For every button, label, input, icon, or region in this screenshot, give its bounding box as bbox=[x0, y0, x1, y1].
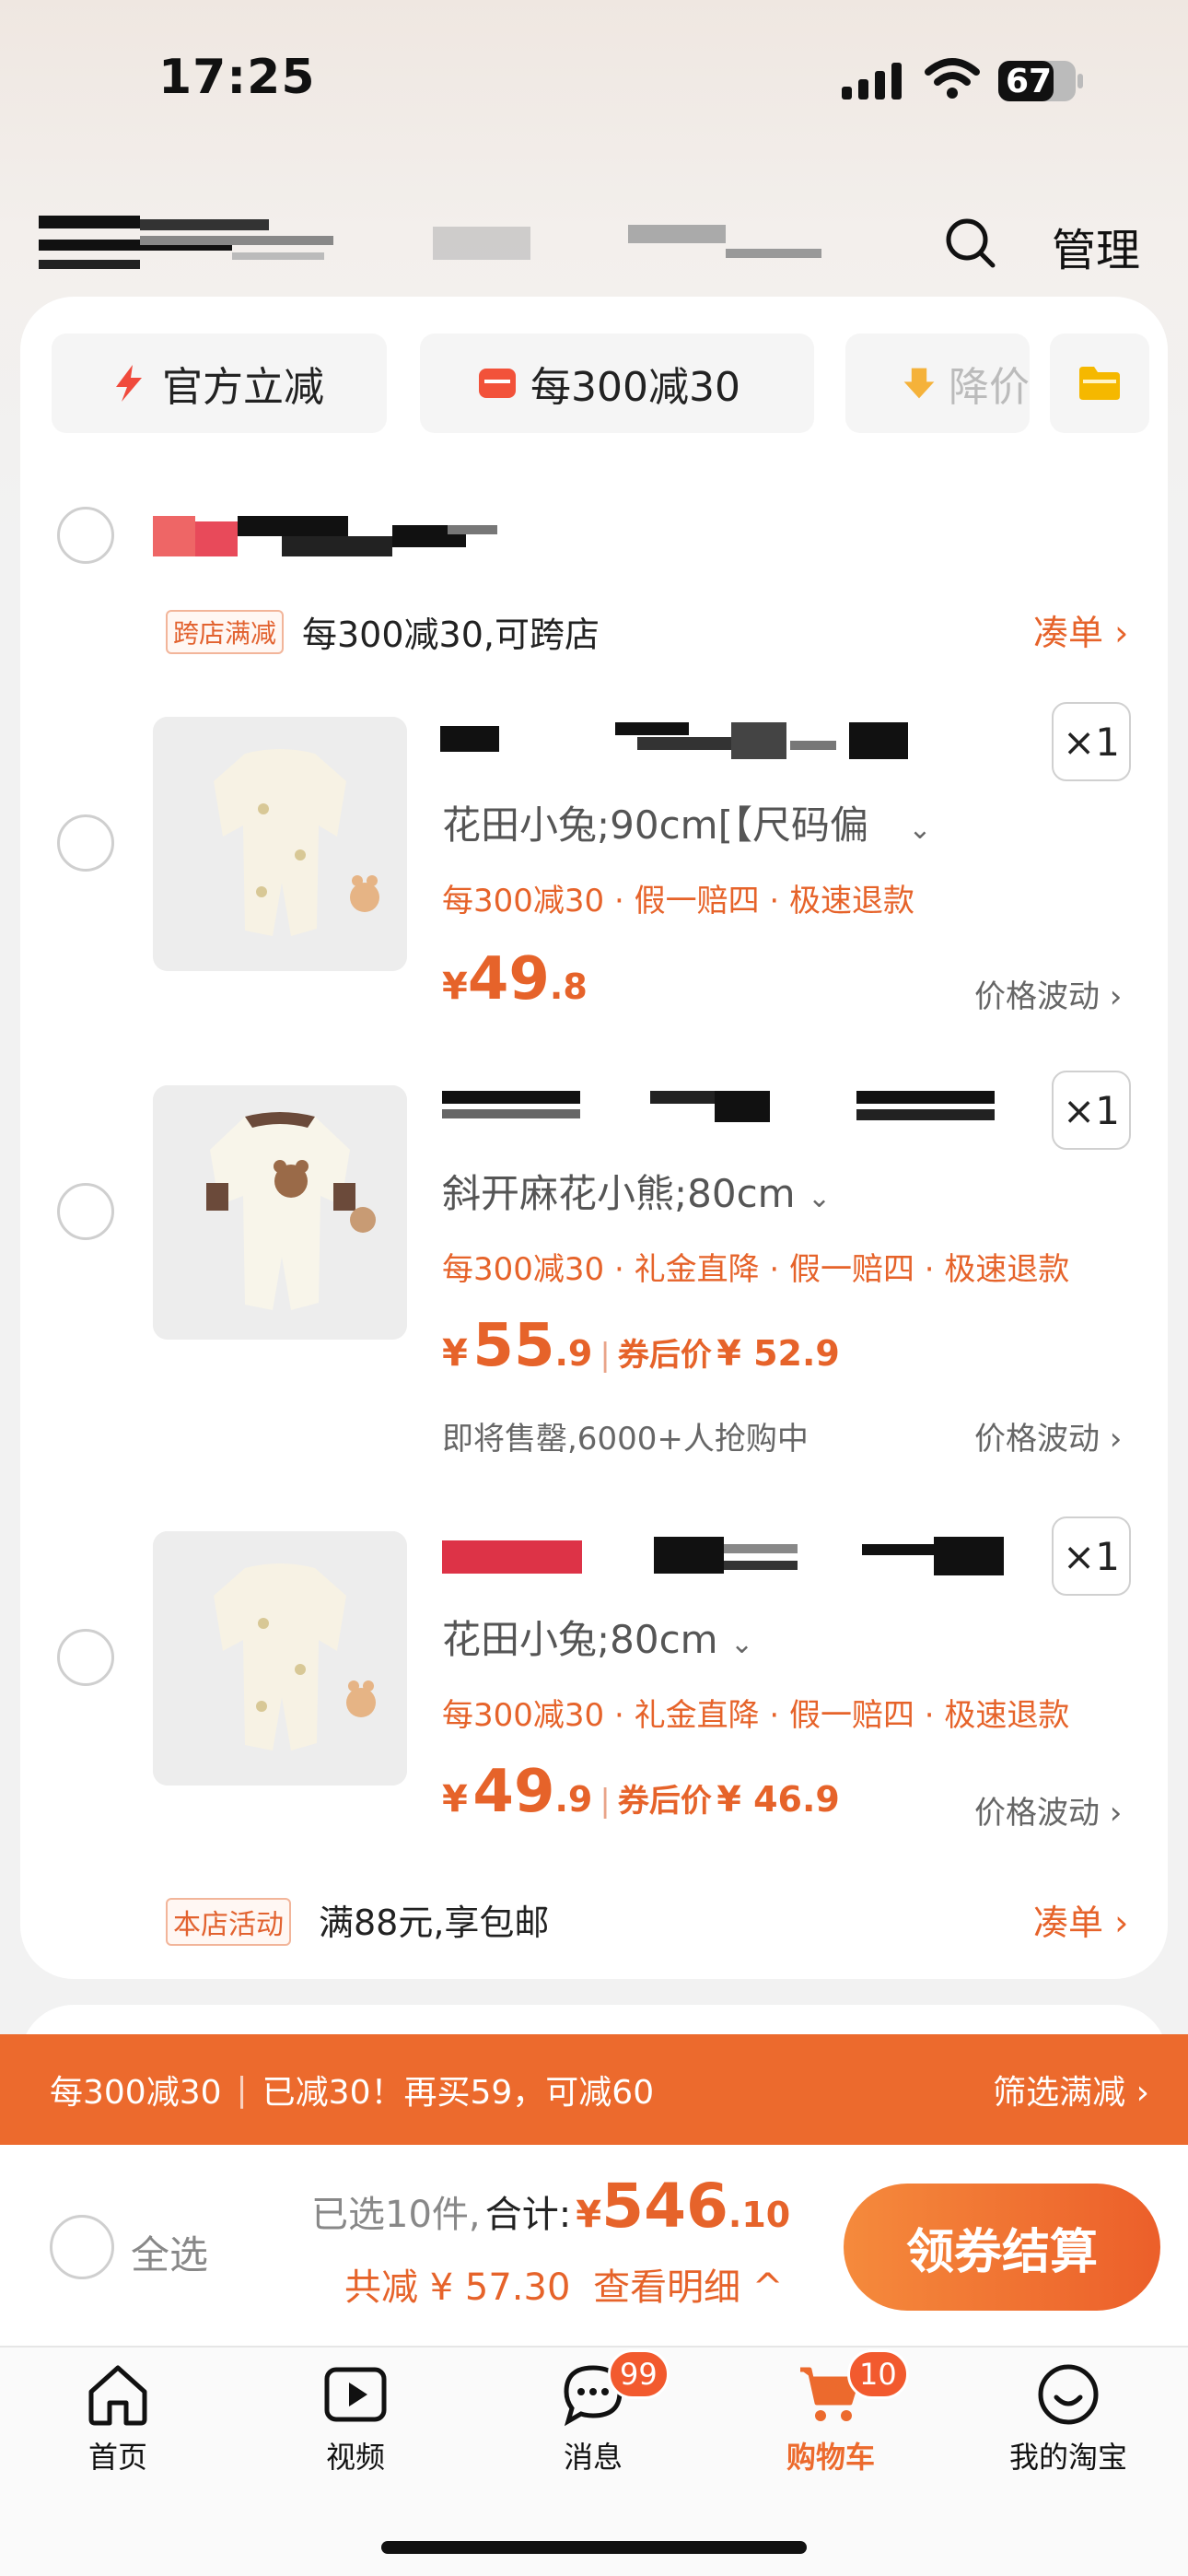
coupon-icon bbox=[479, 369, 516, 398]
item-price: ¥ 55.9 | 券后价 ¥ 52.9 bbox=[442, 1312, 840, 1380]
battery-indicator: 67 bbox=[998, 61, 1083, 101]
banner-progress: 已减30！再买59，可减60 bbox=[262, 2074, 655, 2112]
product-thumbnail[interactable] bbox=[153, 1085, 407, 1340]
item-promos: 每300减30 · 假一赔四 · 极速退款 bbox=[442, 883, 915, 919]
product-title-redacted[interactable] bbox=[442, 1091, 995, 1128]
cross-store-promo-tag: 跨店满减 bbox=[166, 610, 285, 654]
quantity-badge[interactable]: ×1 bbox=[1052, 702, 1131, 781]
item-select-radio[interactable] bbox=[57, 1629, 114, 1686]
item-select-radio[interactable] bbox=[57, 814, 114, 872]
filter-chip-300-minus-30[interactable]: 每300减30 bbox=[420, 334, 814, 433]
cart-badge: 10 bbox=[847, 2349, 909, 2399]
select-all-label[interactable]: 全选 bbox=[131, 2224, 208, 2280]
banner-promo: 每300减30 bbox=[50, 2074, 222, 2112]
store-activity-tag: 本店活动 bbox=[166, 1898, 291, 1946]
header-tab-redacted-1[interactable] bbox=[39, 216, 333, 275]
cross-store-promo-text: 每300减30,可跨店 bbox=[302, 615, 600, 655]
manage-button[interactable]: 管理 bbox=[1052, 214, 1140, 278]
chevron-down-icon: ⌄ bbox=[807, 1182, 832, 1214]
messages-badge: 99 bbox=[608, 2349, 670, 2399]
status-time: 17:25 bbox=[158, 50, 316, 105]
store-name-redacted[interactable] bbox=[153, 516, 497, 556]
price-trend-link[interactable]: 价格波动 › bbox=[974, 971, 1122, 1016]
product-title-redacted[interactable] bbox=[442, 1537, 1004, 1575]
folder-button[interactable] bbox=[1050, 334, 1149, 433]
quantity-badge[interactable]: ×1 bbox=[1052, 1516, 1131, 1596]
home-icon bbox=[88, 2365, 147, 2426]
product-thumbnail[interactable] bbox=[153, 717, 407, 971]
discount-detail-link[interactable]: 共减 ¥ 57.30 查看明细 ^ bbox=[344, 2257, 783, 2311]
lightning-icon bbox=[116, 365, 142, 402]
checkout-summary: 已选10件, 合计: ¥546.10 bbox=[311, 2171, 791, 2242]
folder-icon bbox=[1079, 367, 1120, 400]
item-price: ¥49.8 bbox=[442, 945, 588, 1013]
signal-icon bbox=[842, 63, 902, 100]
product-thumbnail[interactable] bbox=[153, 1531, 407, 1786]
promo-banner[interactable]: 每300减30 | 已减30！再买59，可减60 筛选满减 › bbox=[0, 2034, 1188, 2145]
promo-add-items-link[interactable]: 凑单 › bbox=[1033, 604, 1128, 655]
price-trend-link[interactable]: 价格波动 › bbox=[974, 1787, 1122, 1832]
down-arrow-icon bbox=[903, 368, 935, 399]
tab-profile[interactable]: 我的淘宝 bbox=[976, 2360, 1160, 2476]
select-all-radio[interactable] bbox=[50, 2215, 114, 2279]
activity-add-items-link[interactable]: 凑单 › bbox=[1033, 1894, 1128, 1945]
header-tab-redacted-3[interactable] bbox=[628, 225, 821, 262]
filter-chip-price-drop[interactable]: 降价 bbox=[845, 334, 1030, 433]
sku-selector[interactable]: 斜开麻花小熊;80cm ⌄ bbox=[442, 1163, 831, 1219]
sku-selector[interactable]: 花田小兔;90cm[【尺码偏 ⌄ bbox=[442, 794, 932, 850]
video-icon bbox=[324, 2367, 387, 2422]
item-promos: 每300减30 · 礼金直降 · 假一赔四 · 极速退款 bbox=[442, 1697, 1070, 1734]
store-select-radio[interactable] bbox=[57, 507, 114, 564]
item-stock-note: 即将售罄,6000+人抢购中 bbox=[442, 1421, 809, 1458]
home-indicator bbox=[381, 2541, 807, 2554]
tab-video[interactable]: 视频 bbox=[263, 2360, 448, 2476]
quantity-badge[interactable]: ×1 bbox=[1052, 1071, 1131, 1150]
product-title-redacted[interactable] bbox=[440, 722, 910, 759]
checkout-button[interactable]: 领券结算 bbox=[844, 2184, 1160, 2311]
price-trend-link[interactable]: 价格波动 › bbox=[974, 1413, 1122, 1458]
header-tab-redacted-2[interactable] bbox=[433, 227, 530, 260]
battery-level: 67 bbox=[1006, 63, 1053, 100]
filter-chip-official[interactable]: 官方立减 bbox=[52, 334, 387, 433]
tab-home[interactable]: 首页 bbox=[26, 2360, 210, 2476]
banner-divider: | bbox=[236, 2070, 248, 2109]
item-select-radio[interactable] bbox=[57, 1183, 114, 1240]
item-promos: 每300减30 · 礼金直降 · 假一赔四 · 极速退款 bbox=[442, 1251, 1070, 1288]
item-price: ¥ 49.9 | 券后价 ¥ 46.9 bbox=[442, 1758, 840, 1826]
search-icon[interactable] bbox=[945, 217, 996, 269]
sku-selector[interactable]: 花田小兔;80cm ⌄ bbox=[442, 1609, 753, 1665]
wifi-icon bbox=[925, 58, 980, 99]
profile-icon bbox=[1038, 2364, 1099, 2425]
filter-promo-link[interactable]: 筛选满减 › bbox=[993, 2066, 1149, 2113]
chevron-down-icon: ⌄ bbox=[729, 1628, 754, 1660]
chevron-down-icon: ⌄ bbox=[908, 814, 932, 846]
store-activity-text: 满88元,享包邮 bbox=[319, 1903, 550, 1943]
